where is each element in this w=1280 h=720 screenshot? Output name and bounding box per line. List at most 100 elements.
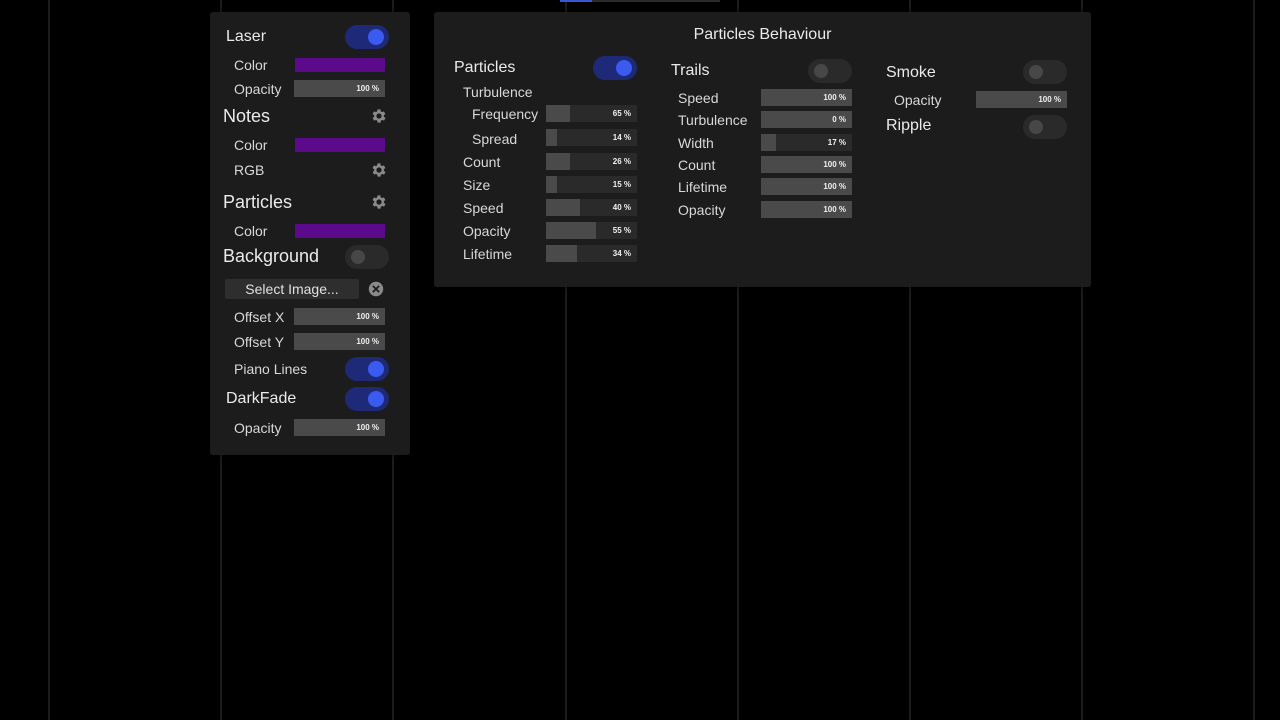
notes-color-swatch[interactable]: [295, 138, 385, 152]
offset-x-label: Offset X: [234, 309, 285, 325]
toggle-knob: [1029, 65, 1043, 79]
spread-slider[interactable]: 14 %: [546, 129, 637, 146]
toggle-knob: [368, 361, 384, 377]
offset-x-slider[interactable]: 100 %: [294, 308, 385, 325]
darkfade-opacity-label: Opacity: [234, 420, 282, 436]
particles-gear-icon[interactable]: [370, 193, 388, 211]
lifetime-label: Lifetime: [463, 246, 513, 262]
darkfade-opacity-slider[interactable]: 100 %: [294, 419, 385, 436]
grid-line: [1253, 0, 1255, 720]
smoke-toggle[interactable]: [1023, 60, 1067, 84]
opacity-label: Opacity: [463, 223, 511, 239]
slider-value: 100 %: [356, 312, 379, 321]
toggle-knob: [368, 29, 384, 45]
notes-rgb-label: RGB: [234, 162, 265, 178]
trails-opacity-slider[interactable]: 100 %: [761, 201, 852, 218]
speed-slider[interactable]: 40 %: [546, 199, 637, 216]
laser-opacity-label: Opacity: [234, 81, 282, 97]
laser-color-label: Color: [234, 57, 268, 73]
top-indicator-highlight: [560, 0, 592, 2]
slider-fill: [546, 245, 577, 262]
trails-section-title: Trails: [671, 62, 710, 79]
particles-behaviour-toggle[interactable]: [593, 56, 637, 80]
trails-speed-label: Speed: [678, 90, 719, 106]
trails-lifetime-slider[interactable]: 100 %: [761, 178, 852, 195]
trails-toggle[interactable]: [808, 59, 852, 83]
slider-fill: [546, 176, 557, 193]
slider-value: 100 %: [823, 205, 846, 214]
trails-lifetime-label: Lifetime: [678, 179, 728, 195]
size-slider[interactable]: 15 %: [546, 176, 637, 193]
notes-color-label: Color: [234, 137, 268, 153]
slider-fill: [761, 134, 777, 151]
slider-value: 100 %: [823, 93, 846, 102]
slider-fill: [546, 105, 570, 122]
laser-color-swatch[interactable]: [295, 58, 385, 72]
slider-fill: [546, 129, 557, 146]
grid-line: [48, 0, 50, 720]
slider-value: 34 %: [612, 249, 631, 258]
rgb-gear-icon[interactable]: [370, 161, 388, 179]
turbulence-label: Turbulence: [463, 84, 533, 100]
count-slider[interactable]: 26 %: [546, 153, 637, 170]
frequency-label: Frequency: [472, 106, 539, 122]
ripple-section-title: Ripple: [886, 117, 932, 134]
top-indicator: [560, 0, 720, 2]
particles-title: Particles: [223, 192, 293, 212]
particles-color-label: Color: [234, 223, 268, 239]
trails-opacity-label: Opacity: [678, 202, 726, 218]
laser-title: Laser: [226, 28, 267, 45]
toggle-knob: [616, 60, 632, 76]
toggle-knob: [1029, 120, 1043, 134]
laser-toggle[interactable]: [345, 25, 389, 49]
select-image-button[interactable]: Select Image...: [225, 279, 359, 299]
toggle-knob: [814, 64, 828, 78]
toggle-knob: [351, 250, 365, 264]
slider-value: 15 %: [612, 180, 631, 189]
trails-width-slider[interactable]: 17 %: [761, 134, 852, 151]
opacity-slider[interactable]: 55 %: [546, 222, 637, 239]
slider-value: 100 %: [823, 182, 846, 191]
notes-title: Notes: [223, 106, 271, 126]
darkfade-title: DarkFade: [226, 390, 297, 407]
slider-value: 100 %: [823, 160, 846, 169]
laser-opacity-slider[interactable]: 100 %: [294, 80, 385, 97]
ripple-toggle[interactable]: [1023, 115, 1067, 139]
slider-value: 17 %: [827, 138, 846, 147]
piano-lines-label: Piano Lines: [234, 361, 308, 377]
slider-fill: [546, 153, 570, 170]
frequency-slider[interactable]: 65 %: [546, 105, 637, 122]
trails-count-label: Count: [678, 157, 716, 173]
trails-width-label: Width: [678, 135, 714, 151]
offset-y-label: Offset Y: [234, 334, 285, 350]
offset-y-slider[interactable]: 100 %: [294, 333, 385, 350]
spread-label: Spread: [472, 131, 518, 147]
lifetime-slider[interactable]: 34 %: [546, 245, 637, 262]
speed-label: Speed: [463, 200, 504, 216]
slider-value: 14 %: [612, 133, 631, 142]
visual-settings-panel: Laser Color Opacity 100 % Notes Color RG…: [210, 12, 410, 455]
particles-section-title: Particles: [454, 59, 516, 76]
particles-color-swatch[interactable]: [295, 224, 385, 238]
smoke-section-title: Smoke: [886, 64, 936, 81]
piano-lines-toggle[interactable]: [345, 357, 389, 381]
size-label: Size: [463, 177, 491, 193]
slider-value: 0 %: [832, 115, 846, 124]
trails-turbulence-slider[interactable]: 0 %: [761, 111, 852, 128]
trails-count-slider[interactable]: 100 %: [761, 156, 852, 173]
smoke-opacity-slider[interactable]: 100 %: [976, 91, 1067, 108]
slider-value: 55 %: [612, 226, 631, 235]
notes-gear-icon[interactable]: [370, 107, 388, 125]
toggle-knob: [368, 391, 384, 407]
darkfade-toggle[interactable]: [345, 387, 389, 411]
slider-value: 100 %: [356, 337, 379, 346]
slider-value: 65 %: [612, 109, 631, 118]
background-title: Background: [223, 246, 320, 266]
close-circle-icon[interactable]: [367, 280, 385, 298]
slider-value: 100 %: [356, 84, 379, 93]
trails-speed-slider[interactable]: 100 %: [761, 89, 852, 106]
slider-fill: [546, 199, 580, 216]
slider-value: 100 %: [356, 423, 379, 432]
background-toggle[interactable]: [345, 245, 389, 269]
slider-value: 26 %: [612, 157, 631, 166]
